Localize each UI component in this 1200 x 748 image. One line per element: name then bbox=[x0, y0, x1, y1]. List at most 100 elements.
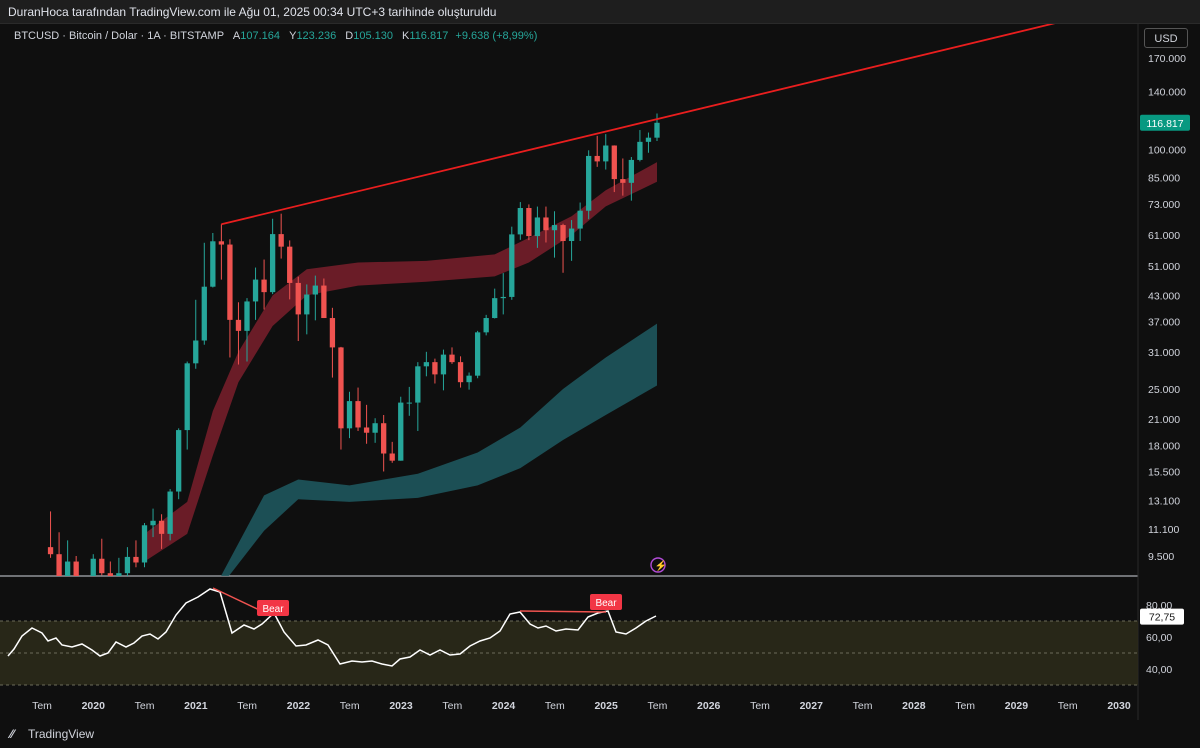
time-tick-label: Tem bbox=[1058, 700, 1078, 712]
candle-body bbox=[389, 453, 395, 461]
candle-body bbox=[73, 561, 79, 576]
candle-body bbox=[423, 362, 430, 367]
bear-label-2: Bear bbox=[595, 598, 617, 609]
candle-body bbox=[124, 556, 131, 574]
candle-body bbox=[141, 525, 148, 563]
candle-body bbox=[457, 362, 464, 383]
time-tick-label: Tem bbox=[135, 700, 155, 712]
candle-body bbox=[64, 561, 71, 576]
candle-body bbox=[158, 520, 165, 534]
price-tick-label: 73.000 bbox=[1148, 199, 1180, 211]
candle-body bbox=[184, 363, 190, 431]
trendline bbox=[221, 24, 1056, 226]
price-tick-label: 31.000 bbox=[1148, 347, 1180, 359]
teal-band bbox=[221, 323, 657, 576]
price-tick-label: 15.500 bbox=[1148, 466, 1180, 478]
price-chart[interactable]: ⚡ Bear Bear 170.000 140.000 100.000 85.000 73.0… bbox=[0, 24, 1200, 720]
bear-label-1: Bear bbox=[262, 604, 284, 615]
candle-body bbox=[227, 244, 233, 320]
candle-body bbox=[654, 122, 660, 138]
time-tick-label: Tem bbox=[442, 700, 462, 712]
price-tick-label: 140.000 bbox=[1148, 87, 1186, 99]
price-tick-label: 51.000 bbox=[1148, 261, 1180, 273]
candle-body bbox=[500, 296, 506, 299]
rsi-tick-label: 40,00 bbox=[1146, 664, 1172, 676]
candle-body bbox=[372, 423, 378, 433]
price-tick-label: 37.000 bbox=[1148, 316, 1180, 328]
candle-body bbox=[509, 234, 515, 297]
candle-body bbox=[551, 225, 558, 231]
candle-body bbox=[201, 286, 207, 341]
candle-body bbox=[492, 298, 498, 319]
caption-text: DuranHoca tarafından TradingView.com ile… bbox=[8, 5, 497, 19]
price-tick-label: 61.000 bbox=[1148, 230, 1180, 242]
candle-body bbox=[432, 362, 438, 375]
price-tick-label: 43.000 bbox=[1148, 290, 1180, 302]
candle-body bbox=[363, 427, 370, 433]
time-tick-label: 2021 bbox=[184, 700, 208, 712]
time-tick-label: Tem bbox=[32, 700, 52, 712]
candle-body bbox=[56, 554, 62, 576]
time-tick-label: Tem bbox=[955, 700, 975, 712]
time-tick-label: 2022 bbox=[287, 700, 311, 712]
price-tick-label: 9.500 bbox=[1148, 551, 1174, 563]
candle-body bbox=[304, 294, 310, 315]
candle-body bbox=[534, 217, 541, 237]
time-tick-label: 2026 bbox=[697, 700, 721, 712]
price-tick-label: 170.000 bbox=[1148, 53, 1186, 65]
candle-body bbox=[346, 401, 353, 429]
price-tick-label: 21.000 bbox=[1148, 414, 1180, 426]
footer-bar: ⁄⁄ TradingView bbox=[0, 720, 1200, 748]
price-tick-label: 85.000 bbox=[1148, 173, 1180, 185]
candle-body bbox=[269, 234, 276, 293]
candle-body bbox=[218, 241, 225, 245]
candle-body bbox=[628, 159, 635, 183]
time-tick-label: Tem bbox=[750, 700, 770, 712]
time-tick-label: 2020 bbox=[82, 700, 106, 712]
candle-body bbox=[526, 208, 532, 237]
candle-body bbox=[107, 573, 113, 576]
price-tick-label: 18.000 bbox=[1148, 441, 1180, 453]
candle-body bbox=[321, 285, 327, 319]
time-tick-label: Tem bbox=[648, 700, 668, 712]
brand-name[interactable]: TradingView bbox=[28, 727, 94, 741]
time-tick-label: 2028 bbox=[902, 700, 926, 712]
candle-body bbox=[133, 556, 139, 563]
candle-body bbox=[449, 354, 455, 363]
candle-body bbox=[287, 246, 293, 283]
main-pane bbox=[47, 24, 1056, 604]
candle-body bbox=[252, 279, 259, 302]
candle-body bbox=[338, 347, 344, 429]
candle-body bbox=[645, 137, 652, 142]
time-tick-label: 2027 bbox=[800, 700, 824, 712]
candle-body bbox=[210, 241, 216, 287]
tradingview-logo-icon[interactable]: ⁄⁄ bbox=[10, 727, 14, 741]
caption-bar: DuranHoca tarafından TradingView.com ile… bbox=[0, 0, 1200, 24]
price-tick-label: 13.100 bbox=[1148, 496, 1180, 508]
candle-body bbox=[594, 155, 600, 162]
candle-body bbox=[440, 354, 447, 375]
candle-body bbox=[483, 318, 489, 333]
candle-body bbox=[398, 402, 404, 461]
candle-body bbox=[560, 225, 566, 241]
time-tick-label: Tem bbox=[237, 700, 257, 712]
candle-body bbox=[312, 285, 318, 295]
candle-body bbox=[406, 402, 412, 404]
candle-body bbox=[82, 597, 87, 604]
candle-body bbox=[474, 332, 481, 376]
candle-body bbox=[415, 366, 421, 403]
price-tick-label: 11.100 bbox=[1148, 524, 1179, 536]
candle-body bbox=[329, 318, 336, 348]
candle-body bbox=[568, 228, 575, 241]
candle-body bbox=[99, 558, 105, 574]
candle-body bbox=[603, 145, 609, 162]
time-tick-label: 2030 bbox=[1107, 700, 1131, 712]
candle-body bbox=[620, 179, 626, 183]
candle-body bbox=[167, 491, 173, 534]
candle-body bbox=[47, 547, 54, 555]
time-tick-label: 2024 bbox=[492, 700, 516, 712]
candle-body bbox=[517, 208, 523, 235]
time-tick-label: Tem bbox=[340, 700, 360, 712]
rsi-current-label: 72,75 bbox=[1149, 612, 1175, 624]
current-price-label: 116.817 bbox=[1146, 118, 1183, 130]
